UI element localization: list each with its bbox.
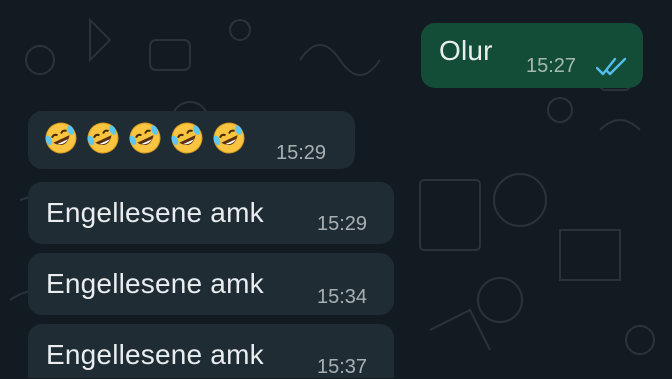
rolling-on-the-floor-laughing-emoji — [87, 122, 119, 154]
incoming-message-bubble[interactable]: 15:29 — [28, 111, 355, 169]
rolling-on-the-floor-laughing-emoji — [213, 122, 245, 154]
message-time: 15:29 — [276, 142, 327, 164]
incoming-message-bubble[interactable]: Engellesene amk 15:29 — [28, 182, 394, 244]
rolling-on-the-floor-laughing-emoji — [171, 122, 203, 154]
emoji-row — [44, 121, 246, 155]
message-text: Engellesene amk — [46, 339, 264, 370]
message-time: 15:29 — [317, 213, 368, 235]
rolling-on-the-floor-laughing-emoji — [45, 122, 77, 154]
message-time: 15:27 — [526, 55, 577, 77]
incoming-message-bubble[interactable]: Engellesene amk 15:37 — [28, 324, 394, 378]
rolling-on-the-floor-laughing-emoji — [129, 122, 161, 154]
message-text: Olur — [439, 35, 493, 66]
message-time: 15:37 — [317, 356, 368, 378]
message-text: Engellesene amk — [46, 197, 264, 228]
message-text: Engellesene amk — [46, 268, 264, 299]
outgoing-message-bubble[interactable]: Olur 15:27 — [421, 23, 643, 88]
double-check-icon — [596, 57, 627, 76]
message-time: 15:34 — [317, 286, 368, 308]
incoming-message-bubble[interactable]: Engellesene amk 15:34 — [28, 253, 394, 315]
